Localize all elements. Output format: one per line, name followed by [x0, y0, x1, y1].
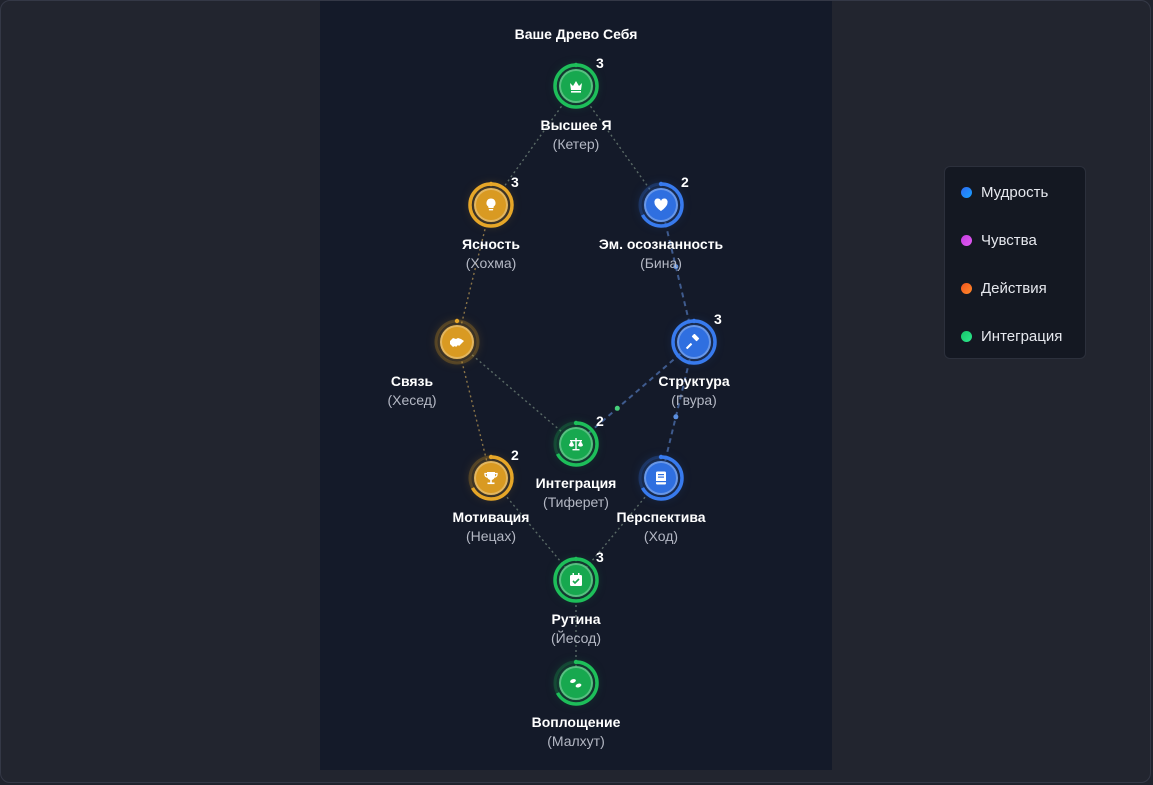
legend-item-integration[interactable]: Интеграция — [961, 326, 1062, 346]
node-button-yesod[interactable] — [559, 563, 593, 597]
node-button-binah[interactable] — [644, 188, 678, 222]
node-label: Структура — [658, 373, 730, 389]
node-label: Связь — [390, 373, 434, 389]
legend-dot-icon — [961, 234, 972, 246]
gavel-icon — [686, 334, 700, 350]
node-button-chokhmah[interactable] — [474, 188, 508, 222]
node-count-badge: 3 — [511, 174, 519, 190]
heart-icon — [654, 198, 668, 211]
legend-dot-icon — [961, 282, 972, 294]
tree-panel: Ваше Древо Себя 3 Высшее Я (Кетер) 3 Ясность… — [320, 1, 832, 770]
node-label: Перспектива — [616, 509, 706, 525]
node-button-tiferet[interactable] — [559, 427, 593, 461]
node-count-badge: 2 — [681, 174, 689, 190]
node-sublabel: (Кетер) — [552, 136, 600, 152]
node-button-keter[interactable] — [559, 69, 593, 103]
node-sublabel: (Малхут) — [547, 733, 605, 749]
legend-item-feelings[interactable]: Чувства — [961, 230, 1037, 250]
node-button-netzach[interactable] — [474, 461, 508, 495]
lightbulb-icon — [486, 198, 496, 211]
node-count-badge: 3 — [596, 55, 604, 71]
link-particle — [673, 414, 679, 420]
crown-icon — [570, 81, 582, 93]
node-count-badge: 3 — [714, 311, 722, 327]
node-label: Эм. осознанность — [598, 236, 724, 252]
legend: Мудрость Чувства Действия Интеграция — [944, 166, 1086, 359]
node-label: Рутина — [551, 611, 601, 627]
node-sublabel: (Хесед) — [387, 392, 437, 408]
node-button-chesed[interactable] — [440, 325, 474, 359]
node-button-gevurah[interactable] — [677, 325, 711, 359]
book-icon — [656, 471, 666, 485]
node-sublabel: (Йесод) — [551, 630, 601, 646]
legend-dot-icon — [961, 186, 972, 198]
node-count-badge: 2 — [511, 447, 519, 463]
handshake-icon — [450, 338, 464, 347]
node-button-malkhut[interactable] — [559, 666, 593, 700]
node-count-badge: 3 — [596, 549, 604, 565]
balance-scale-icon — [569, 438, 583, 451]
legend-label: Действия — [981, 279, 1047, 297]
node-label: Воплощение — [531, 714, 621, 730]
legend-item-wisdom[interactable]: Мудрость — [961, 182, 1048, 202]
node-button-hod[interactable] — [644, 461, 678, 495]
calendar-check-icon — [570, 573, 582, 586]
footprints-icon — [570, 679, 582, 688]
app-window: Ваше Древо Себя 3 Высшее Я (Кетер) 3 Ясность… — [0, 0, 1151, 783]
node-sublabel: (Бина) — [640, 255, 682, 271]
trophy-icon — [484, 472, 498, 485]
legend-label: Чувства — [981, 231, 1037, 249]
legend-label: Интеграция — [981, 327, 1063, 345]
node-label: Высшее Я — [540, 117, 612, 133]
node-sublabel: (Гвура) — [671, 392, 717, 408]
legend-dot-icon — [961, 330, 972, 342]
node-sublabel: (Ход) — [643, 528, 679, 544]
legend-label: Мудрость — [981, 183, 1049, 201]
legend-item-actions[interactable]: Действия — [961, 278, 1047, 298]
node-count-badge: 2 — [596, 413, 604, 429]
